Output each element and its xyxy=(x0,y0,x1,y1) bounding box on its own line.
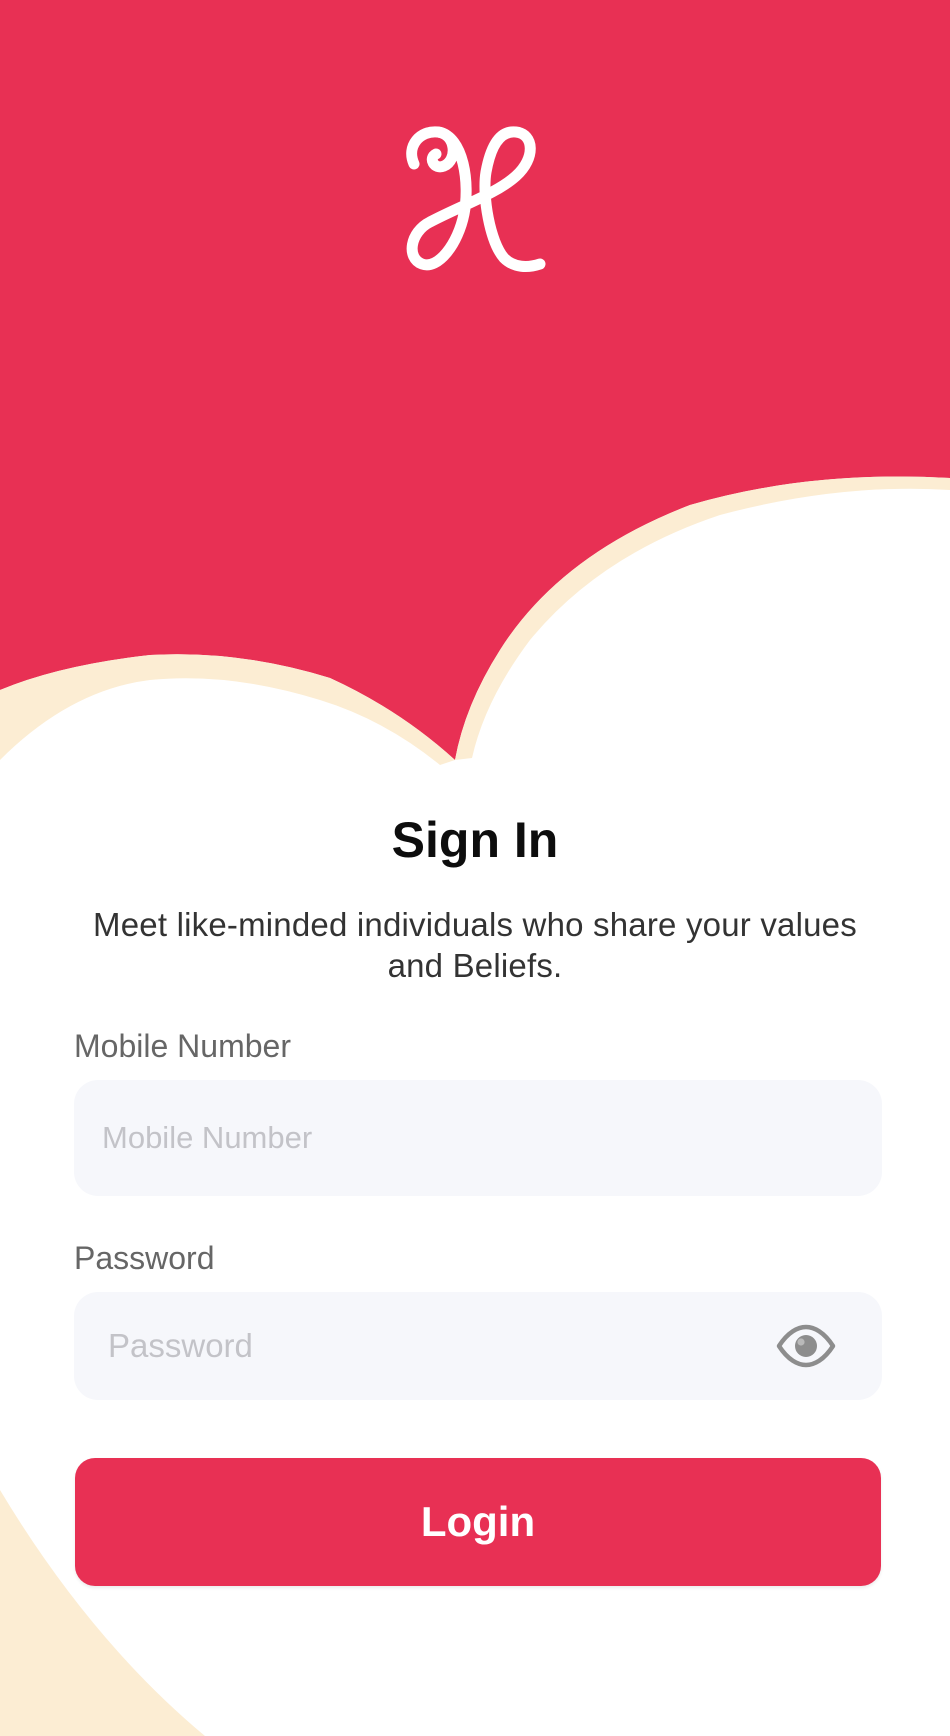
page-title: Sign In xyxy=(391,812,559,868)
mobile-number-input[interactable] xyxy=(102,1080,792,1196)
mobile-number-label: Mobile Number xyxy=(74,1028,291,1064)
password-field[interactable] xyxy=(74,1292,882,1400)
eye-icon[interactable] xyxy=(776,1324,836,1368)
login-button[interactable]: Login xyxy=(75,1458,881,1586)
mobile-number-field[interactable] xyxy=(74,1080,882,1196)
login-screen: Sign In Meet like-minded individuals who… xyxy=(0,0,950,1736)
password-label: Password xyxy=(74,1240,215,1276)
password-input[interactable] xyxy=(108,1292,798,1400)
app-logo-icon xyxy=(406,126,546,272)
page-subtitle: Meet like-minded individuals who share y… xyxy=(93,906,857,984)
